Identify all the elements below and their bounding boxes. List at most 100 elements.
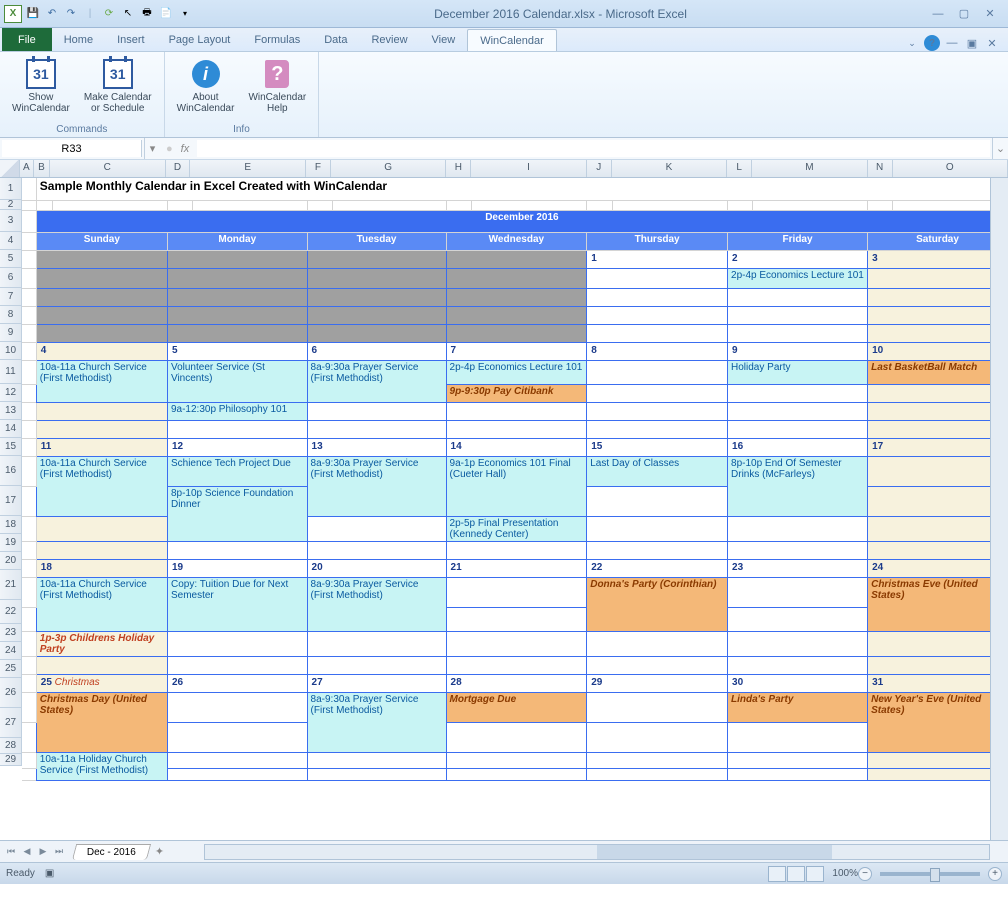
row-header-22[interactable]: 22 bbox=[0, 600, 22, 624]
row-header-17[interactable]: 17 bbox=[0, 486, 22, 516]
cal-date-cell[interactable]: 30 bbox=[728, 674, 868, 692]
row-header-9[interactable]: 9 bbox=[0, 324, 22, 342]
cal-event[interactable]: 10a-11a Holiday Church Service (First Me… bbox=[36, 752, 167, 780]
new-sheet-icon[interactable]: ✦ bbox=[155, 845, 164, 858]
row-header-7[interactable]: 7 bbox=[0, 288, 22, 306]
row-header-16[interactable]: 16 bbox=[0, 456, 22, 486]
file-tab[interactable]: File bbox=[2, 28, 52, 51]
about-wincalendar-button[interactable]: i About WinCalendar bbox=[173, 56, 239, 122]
col-header-H[interactable]: H bbox=[446, 160, 471, 177]
minimize-ribbon-icon[interactable]: ⌄ bbox=[904, 35, 920, 51]
row-header-13[interactable]: 13 bbox=[0, 402, 22, 420]
row-header-8[interactable]: 8 bbox=[0, 306, 22, 324]
undo-icon[interactable]: ↶ bbox=[44, 6, 60, 22]
refresh-icon[interactable]: ⟳ bbox=[101, 6, 117, 22]
cal-event[interactable]: Mortgage Due bbox=[446, 692, 587, 722]
cal-date-cell[interactable]: 8 bbox=[587, 342, 728, 360]
close-button[interactable]: ✕ bbox=[980, 5, 1000, 23]
ribbon-tab-wincalendar[interactable]: WinCalendar bbox=[467, 29, 557, 51]
cal-event[interactable]: 10a-11a Church Service (First Methodist) bbox=[36, 456, 167, 516]
row-header-11[interactable]: 11 bbox=[0, 360, 22, 384]
cal-event[interactable]: 1p-3p Childrens Holiday Party bbox=[36, 631, 167, 656]
macro-record-icon[interactable]: ▣ bbox=[45, 868, 54, 879]
cal-date-cell[interactable]: 13 bbox=[307, 438, 446, 456]
cal-date-cell[interactable]: 3 bbox=[868, 250, 1008, 268]
name-box-dropdown[interactable]: ▾ bbox=[144, 138, 160, 159]
row-header-28[interactable]: 28 bbox=[0, 738, 22, 754]
tab-first-icon[interactable]: ⏮ bbox=[4, 846, 18, 857]
maximize-button[interactable]: ▢ bbox=[954, 5, 974, 23]
cal-date-cell[interactable]: 20 bbox=[307, 559, 446, 577]
cal-event[interactable]: New Year's Eve (United States) bbox=[868, 692, 1008, 752]
cal-event[interactable]: Last Day of Classes bbox=[587, 456, 728, 486]
cal-event[interactable]: Volunteer Service (St Vincents) bbox=[167, 360, 307, 402]
cal-date-cell[interactable] bbox=[167, 250, 307, 268]
cal-date-cell[interactable] bbox=[307, 250, 446, 268]
ribbon-tab-home[interactable]: Home bbox=[52, 29, 105, 51]
col-header-K[interactable]: K bbox=[612, 160, 727, 177]
tab-last-icon[interactable]: ⏭ bbox=[52, 846, 66, 857]
cal-event[interactable]: Linda's Party bbox=[728, 692, 868, 722]
cal-event[interactable]: 10a-11a Church Service (First Methodist) bbox=[36, 577, 167, 631]
ribbon-tab-review[interactable]: Review bbox=[359, 29, 419, 51]
cal-date-cell[interactable]: 28 bbox=[446, 674, 587, 692]
wincalendar-help-button[interactable]: ? WinCalendar Help bbox=[244, 56, 310, 122]
zoom-out-button[interactable]: − bbox=[858, 867, 872, 881]
cal-date-cell[interactable]: 12 bbox=[167, 438, 307, 456]
cal-date-cell[interactable]: 15 bbox=[587, 438, 728, 456]
cal-date-cell[interactable]: 7 bbox=[446, 342, 587, 360]
cal-event[interactable]: 2p-4p Economics Lecture 101 bbox=[446, 360, 587, 384]
formula-expand-icon[interactable]: ⌄ bbox=[992, 138, 1008, 159]
row-header-23[interactable]: 23 bbox=[0, 624, 22, 642]
zoom-in-button[interactable]: + bbox=[988, 867, 1002, 881]
cal-event[interactable]: 8a-9:30a Prayer Service (First Methodist… bbox=[307, 692, 446, 752]
row-header-18[interactable]: 18 bbox=[0, 516, 22, 534]
cal-event[interactable]: 10a-11a Church Service (First Methodist) bbox=[36, 360, 167, 402]
cal-event[interactable]: 2p-5p Final Presentation (Kennedy Center… bbox=[446, 516, 587, 541]
zoom-level[interactable]: 100% bbox=[832, 868, 858, 879]
cursor-icon[interactable]: ↖ bbox=[120, 6, 136, 22]
save-icon[interactable]: 💾 bbox=[25, 6, 41, 22]
col-header-D[interactable]: D bbox=[166, 160, 191, 177]
cal-date-cell[interactable]: 10 bbox=[868, 342, 1008, 360]
ribbon-tab-formulas[interactable]: Formulas bbox=[242, 29, 312, 51]
cal-date-cell[interactable]: 26 bbox=[167, 674, 307, 692]
doc-restore-icon[interactable]: ▣ bbox=[964, 35, 980, 51]
col-header-I[interactable]: I bbox=[471, 160, 586, 177]
ribbon-tab-data[interactable]: Data bbox=[312, 29, 359, 51]
cal-date-cell[interactable]: 25 Christmas bbox=[36, 674, 167, 692]
row-header-20[interactable]: 20 bbox=[0, 552, 22, 570]
print-icon[interactable]: 🖶 bbox=[139, 6, 155, 22]
row-header-21[interactable]: 21 bbox=[0, 570, 22, 600]
cal-event[interactable]: Schience Tech Project Due bbox=[167, 456, 307, 486]
cal-date-cell[interactable]: 17 bbox=[868, 438, 1008, 456]
fx-label[interactable]: ●fx bbox=[160, 138, 195, 159]
cal-date-cell[interactable]: 21 bbox=[446, 559, 587, 577]
col-header-N[interactable]: N bbox=[868, 160, 893, 177]
row-header-14[interactable]: 14 bbox=[0, 420, 22, 438]
col-header-J[interactable]: J bbox=[587, 160, 612, 177]
cal-event[interactable]: Holiday Party bbox=[728, 360, 868, 384]
tab-next-icon[interactable]: ▶ bbox=[36, 846, 50, 857]
row-header-26[interactable]: 26 bbox=[0, 678, 22, 708]
row-header-6[interactable]: 6 bbox=[0, 268, 22, 288]
row-header-15[interactable]: 15 bbox=[0, 438, 22, 456]
cells-area[interactable]: Sample Monthly Calendar in Excel Created… bbox=[22, 178, 1008, 840]
cal-event[interactable]: 9p-9:30p Pay Citibank bbox=[446, 384, 587, 402]
col-header-E[interactable]: E bbox=[190, 160, 305, 177]
cal-event[interactable]: 9a-12:30p Philosophy 101 bbox=[167, 402, 307, 420]
col-header-L[interactable]: L bbox=[727, 160, 752, 177]
row-header-4[interactable]: 4 bbox=[0, 232, 22, 250]
excel-logo-icon[interactable]: X bbox=[4, 5, 22, 23]
cal-date-cell[interactable]: 2 bbox=[728, 250, 868, 268]
row-header-10[interactable]: 10 bbox=[0, 342, 22, 360]
ribbon-tab-view[interactable]: View bbox=[420, 29, 468, 51]
normal-view-button[interactable] bbox=[768, 866, 786, 882]
col-header-O[interactable]: O bbox=[893, 160, 1008, 177]
cal-date-cell[interactable]: 18 bbox=[36, 559, 167, 577]
ribbon-tab-page-layout[interactable]: Page Layout bbox=[157, 29, 243, 51]
ribbon-tab-insert[interactable]: Insert bbox=[105, 29, 157, 51]
page-break-button[interactable] bbox=[806, 866, 824, 882]
cal-event[interactable]: Copy: Tuition Due for Next Semester bbox=[167, 577, 307, 631]
cal-date-cell[interactable]: 14 bbox=[446, 438, 587, 456]
